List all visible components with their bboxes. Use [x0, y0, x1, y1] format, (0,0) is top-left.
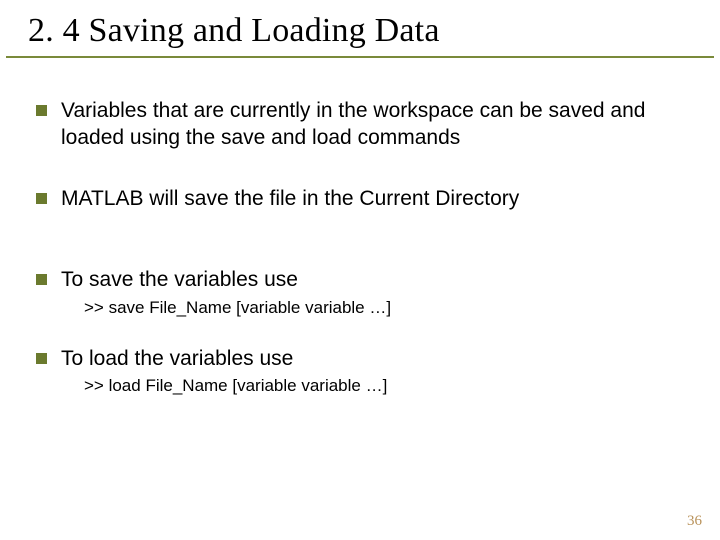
code-example: >> save File_Name [variable variable …] — [36, 298, 684, 318]
bullet-text: Variables that are currently in the work… — [61, 98, 684, 152]
code-example: >> load File_Name [variable variable …] — [36, 376, 684, 396]
bullet-item: MATLAB will save the file in the Current… — [36, 186, 684, 213]
square-bullet-icon — [36, 274, 47, 285]
slide: 2. 4 Saving and Loading Data Variables t… — [0, 0, 720, 540]
bullet-item: To load the variables use — [36, 346, 684, 373]
square-bullet-icon — [36, 193, 47, 204]
title-container: 2. 4 Saving and Loading Data — [6, 0, 714, 58]
page-number: 36 — [687, 513, 702, 530]
square-bullet-icon — [36, 353, 47, 364]
content-area: Variables that are currently in the work… — [0, 58, 720, 396]
bullet-item: Variables that are currently in the work… — [36, 98, 684, 152]
bullet-text: To load the variables use — [61, 346, 293, 373]
square-bullet-icon — [36, 105, 47, 116]
slide-title: 2. 4 Saving and Loading Data — [28, 12, 692, 50]
bullet-text: To save the variables use — [61, 267, 298, 294]
bullet-item: To save the variables use — [36, 267, 684, 294]
bullet-text: MATLAB will save the file in the Current… — [61, 186, 519, 213]
